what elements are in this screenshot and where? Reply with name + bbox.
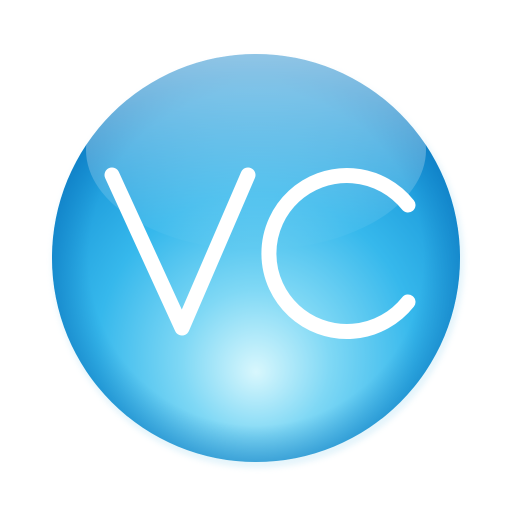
vc-logo: VC <box>52 50 464 468</box>
app-icon: VC <box>0 0 512 512</box>
